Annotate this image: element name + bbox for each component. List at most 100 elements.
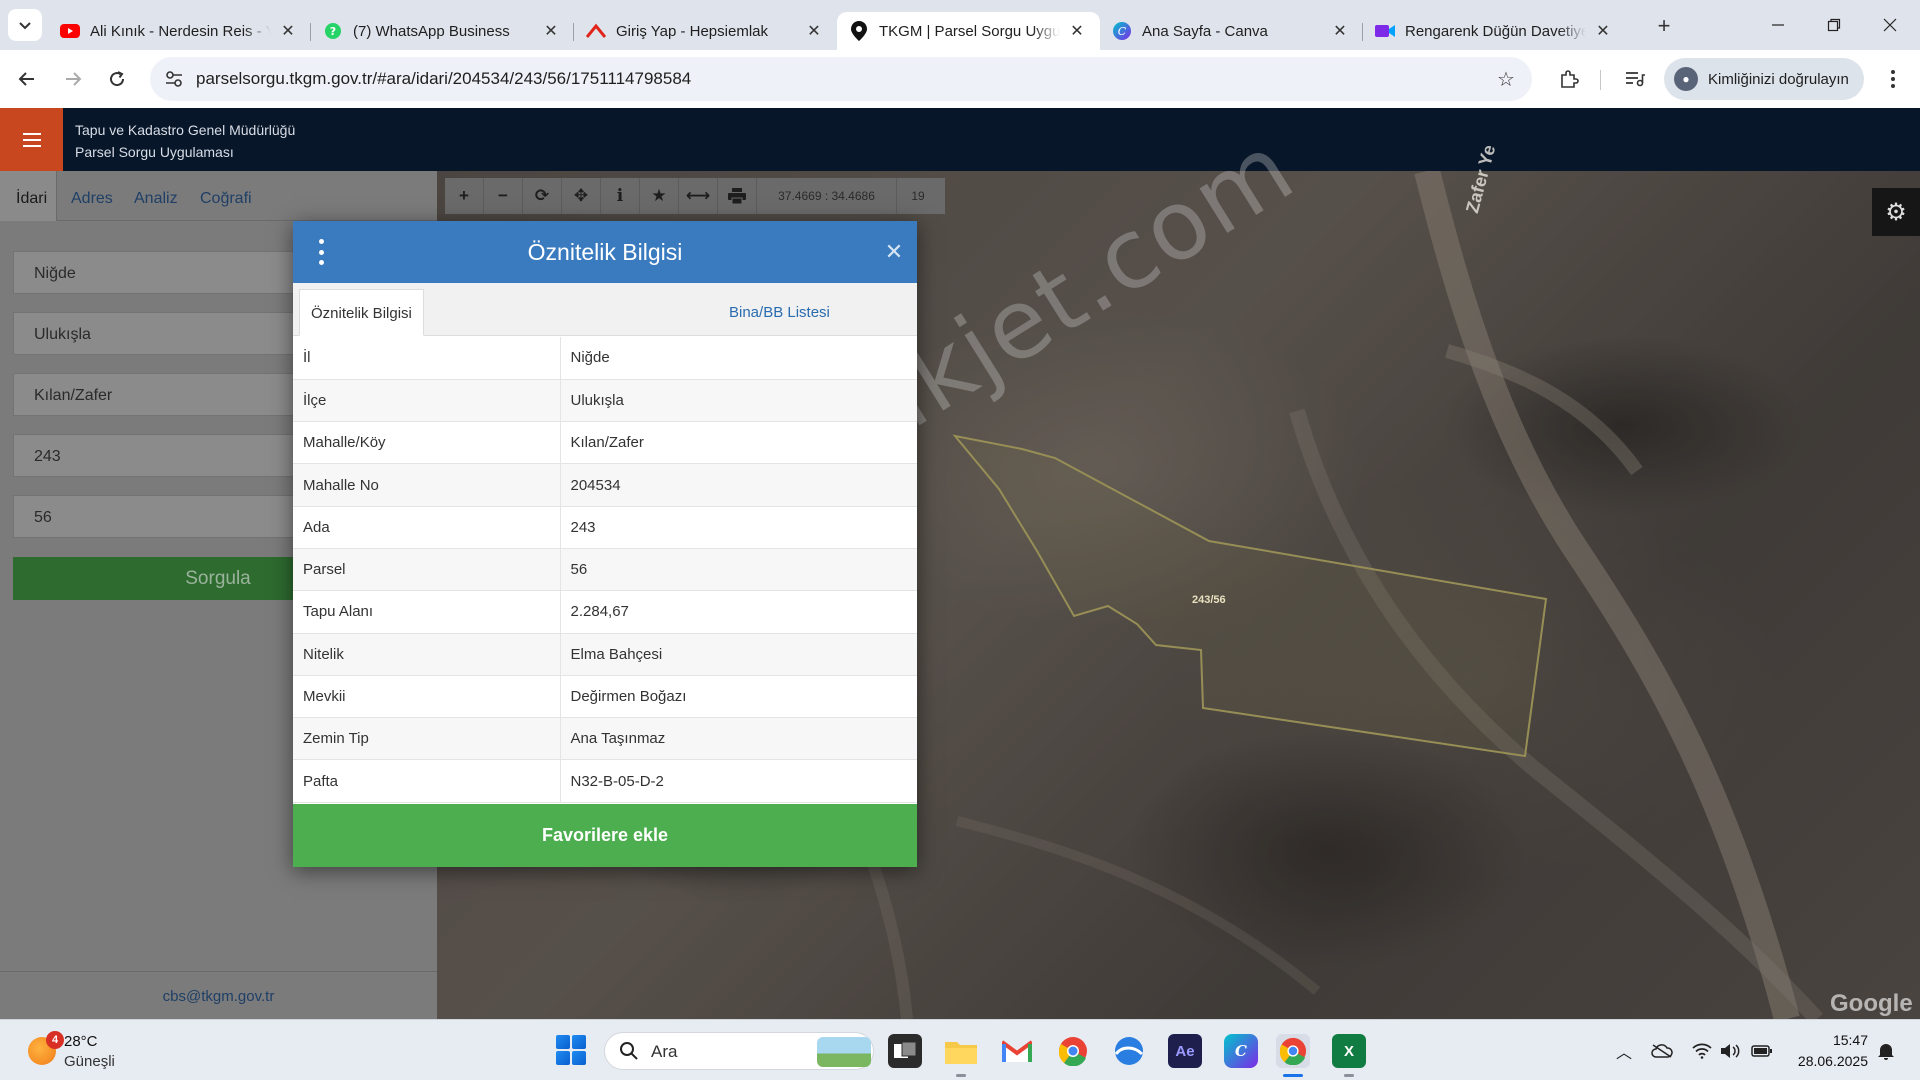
wifi-icon[interactable] — [1690, 1040, 1714, 1062]
tab-analiz[interactable]: Analiz — [134, 171, 178, 221]
table-row: Mahalle/Köy Kılan/Zafer — [293, 421, 917, 465]
task-view-icon[interactable] — [888, 1034, 922, 1068]
chrome-profile-icon[interactable] — [1276, 1034, 1310, 1077]
attribute-value: Niğde — [560, 337, 917, 380]
tab-bina-listesi[interactable]: Bina/BB Listesi — [718, 289, 841, 336]
attribute-key: İl — [293, 337, 561, 380]
tab-title: Rengarenk Düğün Davetiye — [1405, 22, 1586, 40]
bookmark-star-icon[interactable]: ☆ — [1494, 67, 1518, 91]
taskbar: 4 28°C Güneşli Ara Ae C X ︿ 15:47 28.06.… — [0, 1019, 1920, 1080]
tab-canva-video[interactable]: Rengarenk Düğün Davetiye ✕ — [1363, 12, 1626, 50]
more-vertical-icon — [1891, 70, 1895, 88]
printer-icon — [728, 188, 746, 204]
puzzle-icon — [1561, 70, 1579, 88]
print-button[interactable] — [718, 178, 757, 214]
tab-oznitelik[interactable]: Öznitelik Bilgisi — [299, 289, 424, 336]
weather-widget[interactable]: 4 28°C Güneşli — [24, 1029, 164, 1073]
profile-button[interactable]: ● Kimliğinizi doğrulayın — [1664, 58, 1864, 100]
weather-app-icon[interactable] — [1112, 1034, 1146, 1068]
close-icon[interactable]: ✕ — [1068, 22, 1086, 40]
after-effects-icon[interactable]: Ae — [1168, 1034, 1202, 1068]
new-tab-button[interactable]: + — [1650, 12, 1678, 40]
app-title-line1: Tapu ve Kadastro Genel Müdürlüğü — [75, 122, 296, 138]
taskbar-search[interactable]: Ara — [604, 1032, 874, 1070]
site-settings-icon[interactable] — [162, 67, 186, 91]
tab-cografi[interactable]: Coğrafi — [200, 171, 252, 221]
attribute-key: Tapu Alanı — [293, 590, 561, 634]
tab-title: TKGM | Parsel Sorgu Uygulama — [879, 22, 1060, 40]
refresh-button[interactable]: ⟳ — [523, 178, 562, 214]
system-clock[interactable]: 15:47 28.06.2025 — [1788, 1030, 1868, 1072]
tab-idari[interactable]: İdari — [0, 171, 57, 221]
canva-app-icon[interactable]: C — [1224, 1034, 1258, 1068]
file-explorer-icon[interactable] — [944, 1034, 978, 1077]
close-icon[interactable]: ✕ — [805, 22, 823, 40]
favorites-button[interactable]: ★ — [640, 178, 679, 214]
arrow-left-icon — [18, 72, 34, 86]
add-favorite-button[interactable]: Favorilere ekle — [293, 804, 917, 867]
canva-icon: C — [1112, 21, 1132, 41]
close-icon[interactable]: ✕ — [1331, 22, 1349, 40]
address-bar[interactable]: parselsorgu.tkgm.gov.tr/#ara/idari/20453… — [150, 57, 1532, 101]
tab-whatsapp[interactable]: ? (7) WhatsApp Business ✕ — [311, 12, 574, 50]
chrome-icon[interactable] — [1056, 1034, 1090, 1068]
tab-adres[interactable]: Adres — [71, 171, 113, 221]
attribute-value: 56 — [560, 548, 917, 592]
measure-icon: ⟷ — [685, 186, 711, 205]
map-toolbar: + − ⟳ ✥ i ★ ⟷ 37.4669 : 34.4686 19 — [445, 178, 945, 214]
notification-bell-icon[interactable] — [1874, 1040, 1898, 1062]
table-row: Ada 243 — [293, 506, 917, 549]
weather-temp: 28°C — [64, 1033, 98, 1050]
url-text[interactable]: parselsorgu.tkgm.gov.tr/#ara/idari/20453… — [196, 69, 691, 89]
tab-youtube[interactable]: Ali Kınık - Nerdesin Reis - Y ✕ — [48, 12, 311, 50]
map-settings-button[interactable]: ⚙ — [1872, 188, 1920, 236]
reload-icon — [110, 71, 125, 87]
app-title-line2: Parsel Sorgu Uygulaması — [75, 144, 234, 160]
zoom-out-button[interactable]: − — [484, 178, 523, 214]
tab-search-button[interactable] — [8, 9, 42, 41]
table-row: Parsel 56 — [293, 548, 917, 592]
minimize-button[interactable] — [1750, 0, 1806, 50]
close-window-button[interactable] — [1862, 0, 1918, 50]
footer-email-link[interactable]: cbs@tkgm.gov.tr — [0, 971, 437, 1019]
tab-title: (7) WhatsApp Business — [353, 22, 510, 40]
back-button[interactable] — [10, 62, 44, 96]
battery-icon[interactable] — [1750, 1040, 1774, 1062]
start-button[interactable] — [556, 1035, 586, 1065]
restore-button[interactable] — [1806, 0, 1862, 50]
gmail-icon[interactable] — [1000, 1034, 1034, 1068]
tab-title: Ana Sayfa - Canva — [1142, 22, 1268, 40]
map-pin-icon — [849, 21, 869, 41]
close-icon[interactable]: ✕ — [881, 239, 907, 265]
onedrive-icon[interactable] — [1650, 1040, 1674, 1062]
measure-button[interactable]: ⟷ — [679, 178, 718, 214]
tab-hepsiemlak[interactable]: Giriş Yap - Hepsiemlak ✕ — [574, 12, 837, 50]
more-vertical-icon[interactable] — [317, 239, 325, 265]
reload-button[interactable] — [100, 62, 134, 96]
windows-icon — [556, 1035, 570, 1049]
close-icon[interactable]: ✕ — [1594, 22, 1612, 40]
extensions-button[interactable] — [1552, 62, 1586, 96]
forward-button[interactable] — [56, 62, 90, 96]
query-tabs: İdari Adres Analiz Coğrafi — [0, 171, 437, 221]
dialog-header: Öznitelik Bilgisi ✕ — [293, 221, 917, 283]
zoom-in-button[interactable]: + — [445, 178, 484, 214]
close-icon[interactable]: ✕ — [542, 22, 560, 40]
search-highlight-icon — [817, 1037, 871, 1067]
tab-canva[interactable]: C Ana Sayfa - Canva ✕ — [1100, 12, 1363, 50]
locate-button[interactable]: ✥ — [562, 178, 601, 214]
volume-icon[interactable] — [1718, 1040, 1742, 1062]
chrome-menu-button[interactable] — [1876, 62, 1910, 96]
attribute-value: Değirmen Boğazı — [560, 675, 917, 719]
chevron-up-icon[interactable]: ︿ — [1612, 1040, 1636, 1062]
media-controls-button[interactable] — [1618, 62, 1652, 96]
attribute-value: 204534 — [560, 463, 917, 507]
info-button[interactable]: i — [601, 178, 640, 214]
restore-icon — [1827, 18, 1841, 32]
excel-icon[interactable]: X — [1332, 1034, 1366, 1077]
tab-tkgm[interactable]: TKGM | Parsel Sorgu Uygulama ✕ — [837, 12, 1100, 50]
hamburger-menu-button[interactable] — [0, 108, 63, 171]
attribute-value: 2.284,67 — [560, 590, 917, 634]
close-icon[interactable]: ✕ — [279, 22, 297, 40]
dialog-title: Öznitelik Bilgisi — [527, 239, 683, 265]
